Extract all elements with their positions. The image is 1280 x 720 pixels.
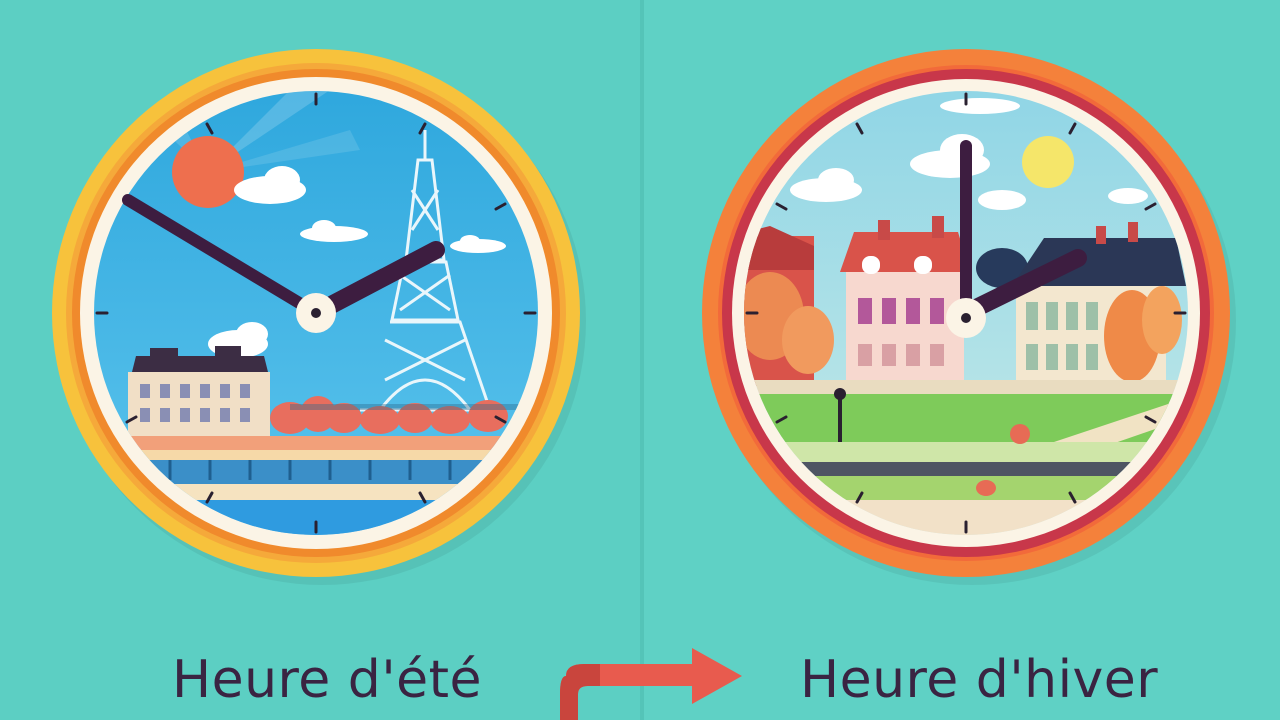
winter-time-label: Heure d'hiver bbox=[800, 650, 1159, 710]
winter-clock bbox=[702, 49, 1236, 585]
sun-icon bbox=[172, 136, 244, 208]
illustration bbox=[52, 49, 1236, 720]
summer-clock bbox=[52, 49, 586, 585]
sun-icon bbox=[1022, 136, 1074, 188]
right-arrow-icon bbox=[560, 648, 742, 720]
building-icon bbox=[128, 346, 270, 446]
town-house-icon bbox=[840, 216, 970, 380]
summer-time-label: Heure d'été bbox=[172, 650, 482, 710]
